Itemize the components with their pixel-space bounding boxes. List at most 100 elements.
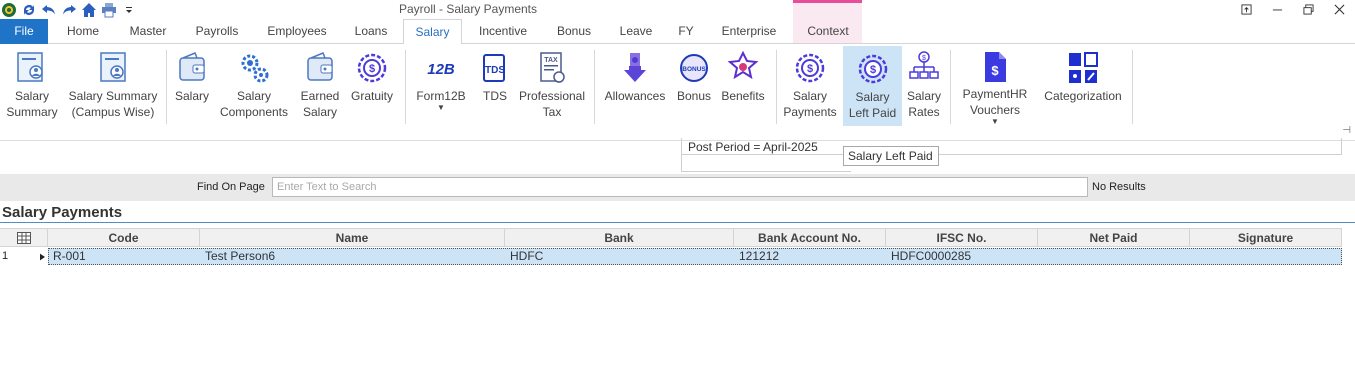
- ribbon-separator: [166, 50, 167, 124]
- pin-ribbon-icon[interactable]: ⊣: [1342, 125, 1351, 136]
- money-badge-icon: $: [854, 49, 892, 89]
- earned-salary-button[interactable]: Earned Salary: [296, 46, 344, 126]
- gratuity-button[interactable]: $ Gratuity: [348, 46, 396, 126]
- grid-title: Salary Payments: [2, 204, 123, 221]
- tab-fy[interactable]: FY: [670, 19, 702, 44]
- salary-summary-button[interactable]: Salary Summary: [4, 46, 60, 126]
- benefits-button[interactable]: Benefits: [718, 46, 768, 126]
- cell-code[interactable]: R-001: [49, 249, 201, 264]
- cell-bank[interactable]: HDFC: [506, 249, 735, 264]
- categorization-button[interactable]: Categorization: [1040, 46, 1126, 126]
- money-badge-icon: $: [353, 48, 391, 88]
- tab-loans[interactable]: Loans: [346, 19, 396, 44]
- minimize-icon[interactable]: [1262, 0, 1293, 19]
- tab-context[interactable]: Context: [796, 19, 860, 44]
- tab-payrolls[interactable]: Payrolls: [186, 19, 248, 44]
- post-period-text: Post Period = April-2025: [688, 140, 818, 154]
- cell-bank-account[interactable]: 121212: [735, 249, 887, 264]
- ribbon-tabs: File Home Master Payrolls Employees Loan…: [0, 19, 1355, 45]
- svg-text:$: $: [991, 63, 999, 78]
- column-header-name[interactable]: Name: [200, 229, 505, 247]
- table-row[interactable]: 1 R-001 Test Person6 HDFC 121212 HDFC000…: [0, 248, 1342, 265]
- search-input[interactable]: [272, 177, 1088, 197]
- svg-text:12B: 12B: [427, 61, 455, 78]
- ribbon-separator: [776, 50, 777, 124]
- column-header-signature[interactable]: Signature: [1190, 229, 1342, 247]
- bonus-icon: BONUS: [675, 48, 713, 88]
- post-period-divider: [681, 155, 682, 172]
- cell-name[interactable]: Test Person6: [201, 249, 506, 264]
- form12b-button[interactable]: 12B Form12B ▼: [412, 46, 470, 126]
- salary-button[interactable]: Salary: [172, 46, 212, 126]
- cell-net-paid[interactable]: [1039, 249, 1191, 264]
- column-header-code[interactable]: Code: [48, 229, 200, 247]
- svg-text:$: $: [922, 55, 926, 62]
- bonus-button[interactable]: BONUS Bonus: [674, 46, 714, 126]
- professional-tax-label: Professional Tax: [518, 89, 586, 119]
- tds-label: TDS: [483, 89, 507, 103]
- ribbon-separator: [1132, 50, 1133, 124]
- hierarchy-icon: $: [905, 48, 943, 88]
- salary-components-button[interactable]: Salary Components: [218, 46, 290, 126]
- salary-rates-label: Salary Rates: [906, 89, 941, 119]
- grid-header: Code Name Bank Bank Account No. IFSC No.…: [0, 228, 1342, 247]
- gratuity-label: Gratuity: [350, 89, 393, 103]
- categorization-label: Categorization: [1044, 89, 1122, 103]
- restore-icon[interactable]: [1231, 0, 1262, 19]
- salary-payments-button[interactable]: $ Salary Payments: [782, 46, 838, 126]
- title-bar: Payroll - Salary Payments: [0, 0, 1355, 19]
- form12b-label: Form12B: [416, 89, 466, 103]
- grid-title-underline: [0, 222, 1355, 223]
- dropdown-caret-icon: ▼: [991, 117, 999, 126]
- salary-rates-button[interactable]: $ Salary Rates: [904, 46, 944, 126]
- svg-text:TAX: TAX: [544, 57, 558, 64]
- cell-signature[interactable]: [1191, 249, 1341, 264]
- column-chooser-icon[interactable]: [0, 229, 48, 247]
- salary-summary-label: Salary Summary: [6, 89, 58, 119]
- tooltip: Salary Left Paid: [843, 146, 939, 166]
- cell-ifsc[interactable]: HDFC0000285: [887, 249, 1039, 264]
- tax-document-icon: TAX: [533, 48, 571, 88]
- tab-file[interactable]: File: [0, 19, 48, 44]
- tab-leave[interactable]: Leave: [610, 19, 662, 44]
- ribbon: Salary Summary Salary Summary (Campus Wi…: [0, 44, 1355, 141]
- row-indicator-icon: [37, 248, 48, 265]
- tab-enterprise[interactable]: Enterprise: [712, 19, 786, 44]
- allowances-label: Allowances: [604, 89, 666, 103]
- tab-salary[interactable]: Salary: [403, 19, 462, 45]
- form12b-icon: 12B: [422, 48, 460, 88]
- earned-salary-label: Earned Salary: [300, 89, 340, 119]
- tab-home[interactable]: Home: [56, 19, 110, 44]
- ribbon-separator: [594, 50, 595, 124]
- salary-components-label: Salary Components: [219, 89, 289, 119]
- column-header-bank[interactable]: Bank: [505, 229, 734, 247]
- svg-text:BONUS: BONUS: [682, 66, 706, 73]
- salary-summary-icon: [13, 48, 51, 88]
- close-icon[interactable]: [1324, 0, 1355, 19]
- find-result-text: No Results: [1092, 181, 1146, 193]
- wallet-icon: [301, 48, 339, 88]
- maximize-icon[interactable]: [1293, 0, 1324, 19]
- column-header-net-paid[interactable]: Net Paid: [1038, 229, 1190, 247]
- salary-summary-campus-wise-button[interactable]: Salary Summary (Campus Wise): [68, 46, 158, 126]
- professional-tax-button[interactable]: TAX Professional Tax: [518, 46, 586, 126]
- salary-summary-campus-label: Salary Summary (Campus Wise): [68, 89, 158, 119]
- column-header-ifsc[interactable]: IFSC No.: [886, 229, 1038, 247]
- paymenthr-vouchers-button[interactable]: $ PaymentHR Vouchers ▼: [958, 46, 1032, 126]
- allowances-button[interactable]: Allowances: [602, 46, 668, 126]
- allowances-icon: [616, 48, 654, 88]
- column-header-bank-account[interactable]: Bank Account No.: [734, 229, 886, 247]
- dropdown-caret-icon: ▼: [437, 103, 445, 112]
- salary-left-paid-label: Salary Left Paid: [848, 90, 897, 120]
- tab-employees[interactable]: Employees: [258, 19, 336, 44]
- categorization-icon: [1064, 48, 1102, 88]
- tds-button[interactable]: TDS TDS: [476, 46, 514, 126]
- salary-summary-campus-icon: [94, 48, 132, 88]
- tab-bonus[interactable]: Bonus: [546, 19, 602, 44]
- window-controls: [1231, 0, 1355, 19]
- tab-incentive[interactable]: Incentive: [470, 19, 536, 44]
- salary-left-paid-button[interactable]: $ Salary Left Paid: [843, 46, 902, 126]
- tab-master[interactable]: Master: [120, 19, 176, 44]
- find-label: Find On Page: [197, 181, 265, 193]
- salary-payments-label: Salary Payments: [783, 89, 837, 119]
